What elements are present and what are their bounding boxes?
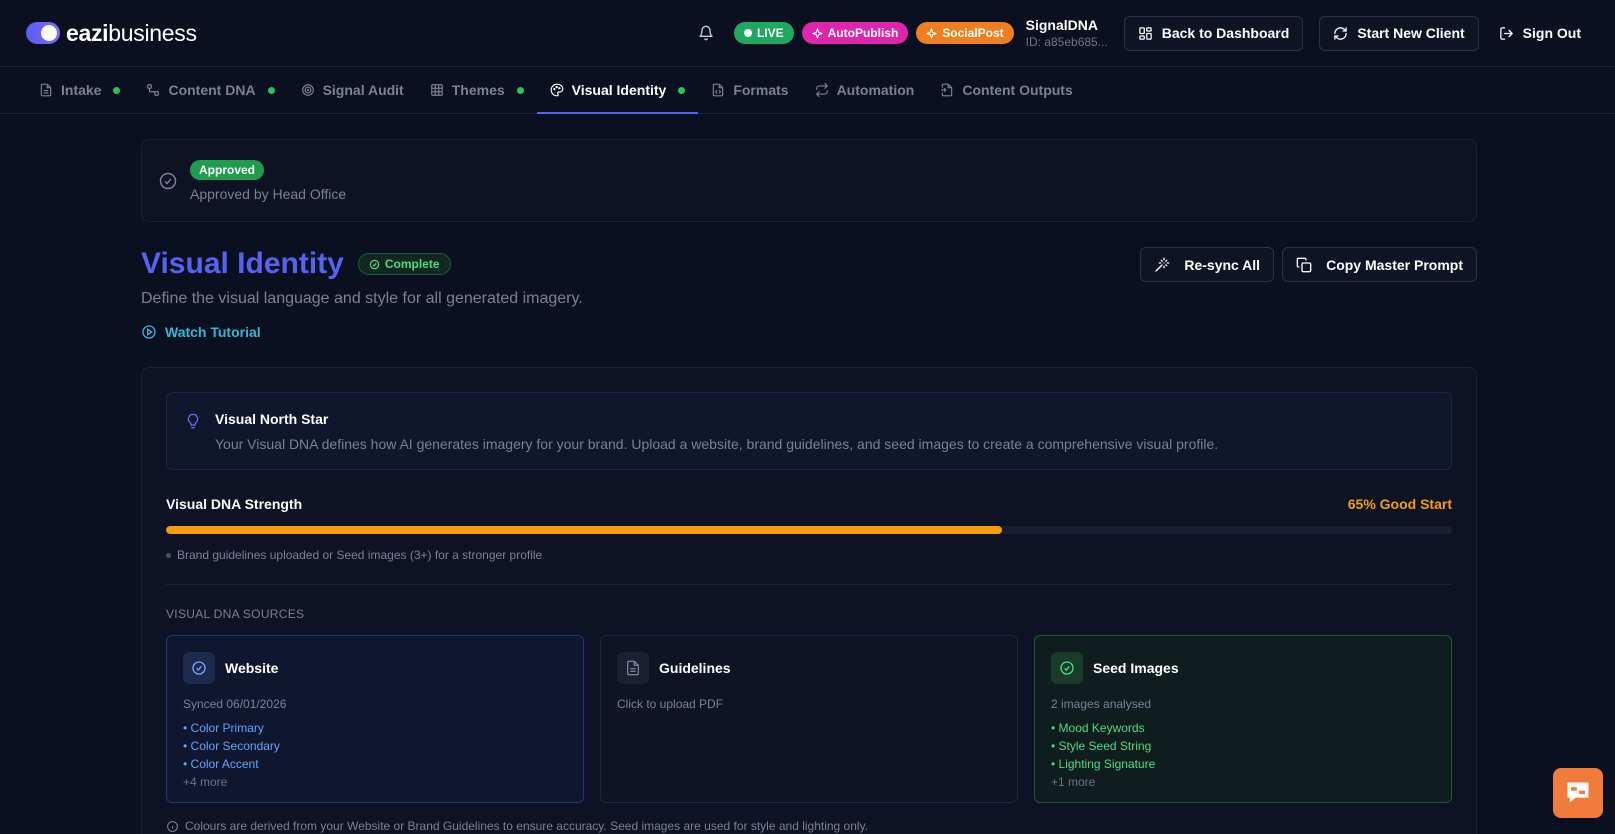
copy-icon bbox=[1296, 257, 1312, 273]
source-more: +4 more bbox=[183, 775, 228, 789]
source-seed-images-card[interactable]: Seed Images 2 images analysed • Mood Key… bbox=[1034, 635, 1452, 803]
watch-tutorial-link[interactable]: Watch Tutorial bbox=[141, 324, 261, 340]
chat-bubble-icon bbox=[1564, 779, 1592, 807]
live-badge: LIVE bbox=[733, 22, 794, 44]
source-status: 2 images analysed bbox=[1051, 697, 1152, 711]
account-name: SignalDNA bbox=[1025, 17, 1098, 33]
check-circle-icon bbox=[369, 259, 380, 270]
brand-wordmark: eazibusiness bbox=[66, 19, 197, 46]
strength-value: 65% Good Start bbox=[1347, 496, 1452, 512]
strength-progress-fill bbox=[166, 526, 1002, 534]
list-item: • Style Seed String bbox=[1051, 739, 1152, 753]
refresh-icon bbox=[1333, 26, 1348, 41]
tab-formats[interactable]: Formats bbox=[698, 67, 801, 113]
check-circle-icon bbox=[183, 652, 215, 684]
check-circle-icon bbox=[1051, 652, 1083, 684]
source-items: • Color Primary • Color Secondary • Colo… bbox=[183, 719, 567, 773]
brand-logo[interactable]: eazibusiness bbox=[26, 20, 197, 47]
sources-heading: VISUAL DNA SOURCES bbox=[166, 607, 305, 621]
tab-visual-identity[interactable]: Visual Identity bbox=[536, 67, 699, 114]
source-more: +1 more bbox=[1051, 775, 1096, 789]
complete-dot-icon bbox=[267, 86, 275, 94]
source-status: Click to upload PDF bbox=[617, 697, 724, 711]
sparkle-icon bbox=[811, 27, 823, 39]
autopublish-badge: AutoPublish bbox=[801, 22, 909, 44]
copy-master-prompt-button[interactable]: Copy Master Prompt bbox=[1282, 247, 1477, 282]
live-dot-icon bbox=[743, 29, 752, 37]
app-header: eazibusiness LIVE AutoPublish SocialPost… bbox=[0, 0, 1615, 67]
step-tabs: Intake Content DNA Signal Audit Themes V… bbox=[0, 67, 1615, 114]
target-icon bbox=[301, 83, 315, 97]
tab-intake[interactable]: Intake bbox=[26, 67, 133, 113]
sources-footnote: Colours are derived from your Website or… bbox=[166, 819, 1452, 833]
approval-banner: Approved Approved by Head Office bbox=[141, 139, 1477, 222]
file-text-icon bbox=[39, 83, 53, 97]
play-circle-icon bbox=[141, 324, 157, 340]
grid-icon bbox=[430, 83, 444, 97]
visual-dna-card: Visual North Star Your Visual DNA define… bbox=[141, 367, 1477, 834]
palette-icon bbox=[550, 83, 564, 97]
info-icon bbox=[166, 820, 179, 833]
logout-icon bbox=[1499, 26, 1514, 41]
complete-dot-icon bbox=[678, 86, 686, 94]
sparkle-icon bbox=[926, 27, 937, 39]
strength-progress-bar bbox=[166, 526, 1452, 534]
bell-icon[interactable] bbox=[698, 25, 714, 41]
source-title: Seed Images bbox=[1093, 660, 1179, 676]
visual-north-star: Visual North Star Your Visual DNA define… bbox=[166, 392, 1452, 470]
list-item: • Color Primary bbox=[183, 721, 264, 735]
approved-badge: Approved bbox=[190, 159, 265, 180]
north-star-text: Your Visual DNA defines how AI generates… bbox=[215, 436, 1219, 452]
logo-toggle-icon bbox=[26, 22, 60, 44]
list-item: • Color Accent bbox=[183, 757, 259, 771]
complete-dot-icon bbox=[516, 86, 524, 94]
strength-hint: Brand guidelines uploaded or Seed images… bbox=[166, 548, 1452, 562]
main-content: Approved Approved by Head Office Visual … bbox=[141, 139, 1477, 834]
tab-automation[interactable]: Automation bbox=[802, 67, 928, 113]
magic-wand-icon bbox=[1154, 257, 1170, 273]
file-output-icon bbox=[940, 83, 954, 97]
source-items: • Mood Keywords • Style Seed String • Li… bbox=[1051, 719, 1435, 773]
north-star-title: Visual North Star bbox=[215, 411, 329, 427]
page-title: Visual Identity bbox=[141, 247, 344, 280]
bullet-dot-icon bbox=[166, 552, 171, 558]
start-new-client-button[interactable]: Start New Client bbox=[1319, 15, 1479, 51]
lightbulb-icon bbox=[185, 412, 201, 430]
tab-signal-audit[interactable]: Signal Audit bbox=[288, 67, 417, 113]
list-item: • Mood Keywords bbox=[1051, 721, 1145, 735]
source-website-card[interactable]: Website Synced 06/01/2026 • Color Primar… bbox=[166, 635, 584, 803]
account-info: SignalDNA ID: a85eb685... bbox=[1026, 17, 1108, 49]
complete-dot-icon bbox=[113, 86, 121, 94]
list-item: • Color Secondary bbox=[183, 739, 280, 753]
source-title: Website bbox=[225, 660, 279, 676]
tab-content-dna[interactable]: Content DNA bbox=[133, 67, 287, 113]
approval-text: Approved by Head Office bbox=[190, 185, 347, 202]
complete-badge: Complete bbox=[357, 253, 451, 275]
source-guidelines-card[interactable]: Guidelines Click to upload PDF bbox=[600, 635, 1018, 803]
check-circle-icon bbox=[158, 171, 178, 191]
source-status: Synced 06/01/2026 bbox=[183, 697, 287, 711]
socialpost-badge: SocialPost bbox=[916, 22, 1014, 44]
tab-content-outputs[interactable]: Content Outputs bbox=[927, 67, 1085, 113]
page-subtitle: Define the visual language and style for… bbox=[141, 290, 583, 307]
list-item: • Lighting Signature bbox=[1051, 757, 1156, 771]
source-title: Guidelines bbox=[659, 660, 731, 676]
resync-all-button[interactable]: Re-sync All bbox=[1140, 247, 1275, 282]
chat-button[interactable] bbox=[1553, 768, 1603, 818]
tab-themes[interactable]: Themes bbox=[417, 67, 537, 113]
divider bbox=[166, 584, 1452, 585]
sign-out-button[interactable]: Sign Out bbox=[1495, 25, 1585, 41]
strength-label: Visual DNA Strength bbox=[166, 496, 303, 512]
file-format-icon bbox=[711, 83, 725, 97]
repeat-icon bbox=[815, 83, 829, 97]
back-to-dashboard-button[interactable]: Back to Dashboard bbox=[1123, 15, 1304, 51]
account-id: ID: a85eb685... bbox=[1025, 35, 1108, 49]
dashboard-grid-icon bbox=[1138, 26, 1153, 41]
sources-grid: Website Synced 06/01/2026 • Color Primar… bbox=[166, 635, 1452, 803]
document-icon bbox=[617, 652, 649, 684]
network-icon bbox=[146, 83, 160, 97]
